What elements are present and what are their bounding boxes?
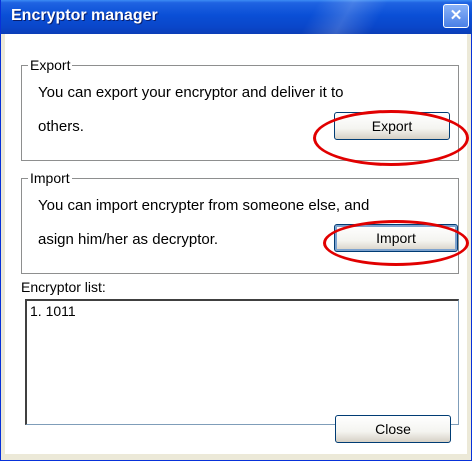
- import-group-legend: Import: [28, 170, 72, 186]
- close-button[interactable]: Close: [335, 415, 451, 443]
- dialog-client-area: Export You can export your encryptor and…: [5, 34, 469, 454]
- title-bar-shine: [273, 0, 413, 34]
- import-button[interactable]: Import: [334, 224, 458, 252]
- close-icon[interactable]: ✕: [443, 4, 469, 28]
- export-group-legend: Export: [28, 57, 73, 73]
- list-item[interactable]: 1. 1011: [30, 303, 76, 319]
- import-description-line2: asign him/her as decryptor.: [38, 231, 219, 248]
- window-title: Encryptor manager: [11, 7, 158, 24]
- import-description-line1: You can import encrypter from someone el…: [38, 197, 370, 214]
- title-bar[interactable]: Encryptor manager ✕: [1, 0, 472, 34]
- export-description-line1: You can export your encryptor and delive…: [38, 84, 344, 101]
- encryptor-listbox[interactable]: 1. 1011: [25, 299, 459, 425]
- export-button[interactable]: Export: [334, 112, 450, 140]
- export-group: Export You can export your encryptor and…: [21, 57, 459, 161]
- import-group: Import You can import encrypter from som…: [21, 170, 459, 274]
- encryptor-manager-window: Encryptor manager ✕ Export You can expor…: [0, 0, 472, 461]
- export-description-line2: others.: [38, 118, 84, 135]
- encryptor-list-label: Encryptor list:: [21, 279, 106, 295]
